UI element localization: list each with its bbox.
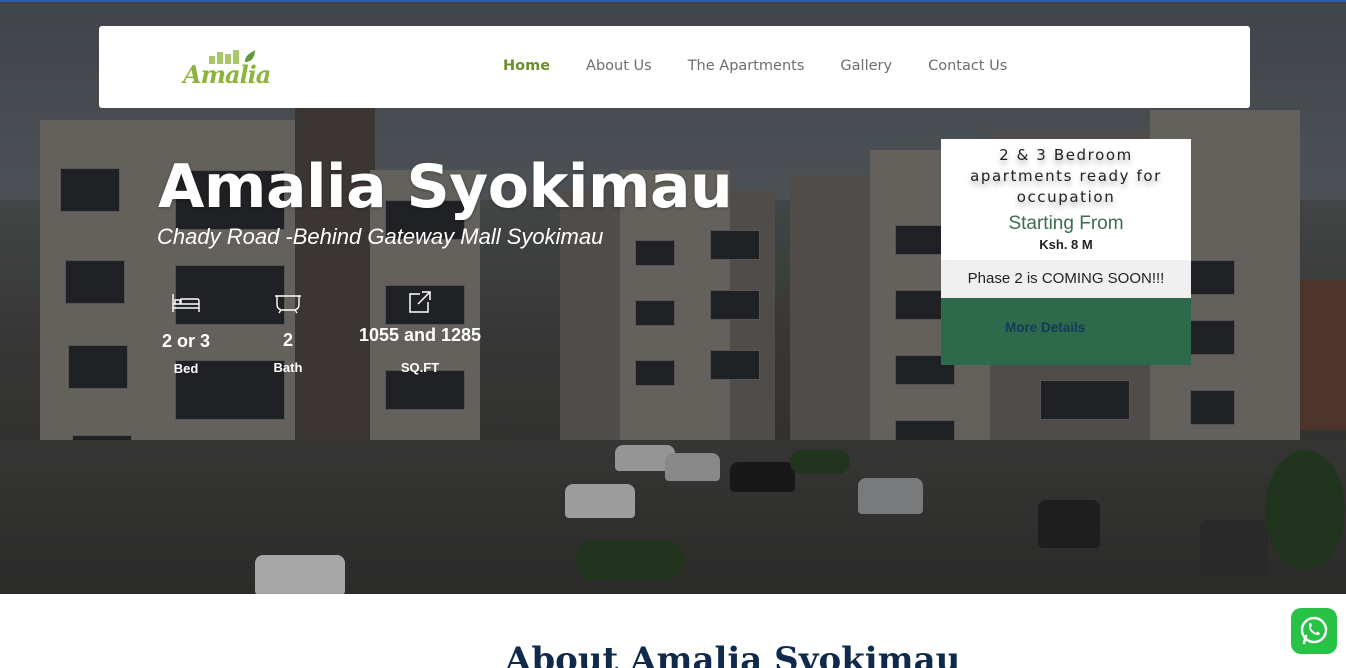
hero-subtitle: Chady Road -Behind Gateway Mall Syokimau [157, 224, 604, 249]
more-details-label: More Details [1005, 320, 1086, 335]
phase-note: Phase 2 is COMING SOON!!! [941, 260, 1191, 298]
nav-link-about-us[interactable]: About Us [586, 58, 652, 74]
logo-text: Amalia [183, 60, 271, 89]
feature-bath: 2 Bath [268, 290, 308, 375]
navbar: Amalia Home About Us The Apartments Gall… [99, 26, 1250, 108]
starting-price: Ksh. 8 M [1039, 237, 1093, 252]
hero-title: Amalia Syokimau [158, 152, 733, 222]
top-accent-line [0, 0, 1346, 2]
nav-link-gallery[interactable]: Gallery [840, 58, 892, 74]
offer-card-top: 2 & 3 Bedroom apartments ready for occup… [941, 139, 1191, 260]
expand-icon [409, 291, 431, 313]
whatsapp-button[interactable] [1291, 608, 1337, 654]
offer-headline: 2 & 3 Bedroom apartments ready for occup… [970, 146, 1162, 206]
feature-bed-value: 2 or 3 [161, 331, 211, 351]
about-section-title: About Amalia Syokimau [505, 640, 961, 668]
feature-bed: 2 or 3 Bed [160, 292, 212, 376]
feature-area: 1055 and 1285 SQ.FT [355, 290, 485, 375]
feature-bed-label: Bed [173, 361, 199, 376]
main-nav: Home About Us The Apartments Gallery Con… [503, 58, 1043, 74]
feature-area-label: SQ.FT [400, 360, 440, 375]
nav-link-contact-us[interactable]: Contact Us [928, 58, 1007, 74]
feature-bath-label: Bath [273, 360, 303, 375]
nav-link-the-apartments[interactable]: The Apartments [688, 58, 805, 74]
offer-card: 2 & 3 Bedroom apartments ready for occup… [941, 139, 1191, 365]
site-logo[interactable]: Amalia [179, 46, 271, 92]
feature-bath-value: 2 [282, 330, 293, 350]
bed-icon [172, 294, 200, 312]
starting-from-label: Starting From [1008, 213, 1124, 234]
whatsapp-icon [1300, 616, 1328, 645]
bathtub-icon [275, 295, 301, 314]
nav-link-home[interactable]: Home [503, 58, 550, 74]
more-details-button[interactable]: More Details [941, 298, 1191, 365]
feature-area-value: 1055 and 1285 [358, 325, 482, 345]
